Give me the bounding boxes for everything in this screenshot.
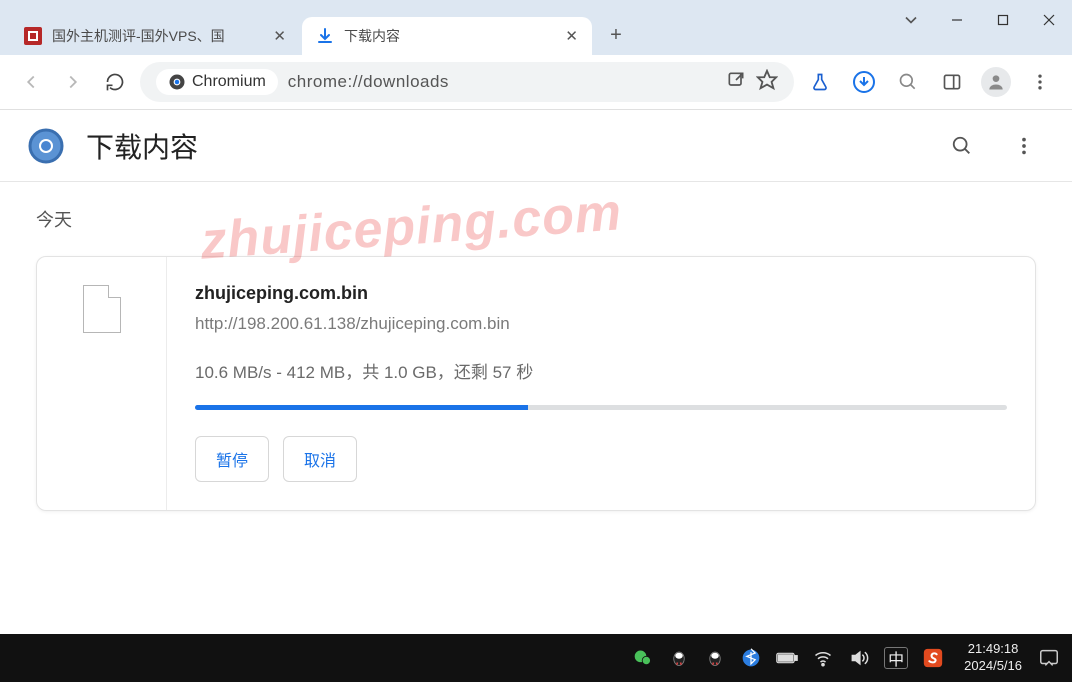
file-icon-column [37,257,167,510]
favicon-icon [24,27,42,45]
chromium-logo-icon [28,128,64,164]
date-text: 2024/5/16 [964,658,1022,675]
new-tab-button[interactable]: + [600,19,632,51]
tab-title: 国外主机测评-国外VPS、国 [52,26,263,46]
download-status: 10.6 MB/s - 412 MB，共 1.0 GB，还剩 57 秒 [195,358,1007,383]
download-card: zhujiceping.com.bin http://198.200.61.13… [36,256,1036,511]
tab-search-button[interactable] [888,0,934,40]
close-window-button[interactable] [1026,0,1072,40]
chip-label: Chromium [192,73,266,91]
clock[interactable]: 21:49:18 2024/5/16 [964,641,1022,675]
system-tray: 中 [632,647,944,669]
reload-button[interactable] [98,65,132,99]
toolbar: Chromium chrome://downloads [0,55,1072,110]
bluetooth-icon[interactable] [740,647,762,669]
sogou-ime-icon[interactable] [922,647,944,669]
tab-title: 下载内容 [344,26,555,46]
share-icon[interactable] [726,70,746,95]
progress-fill [195,405,528,410]
taskbar: 中 21:49:18 2024/5/16 [0,634,1072,682]
window-controls [888,0,1072,40]
download-url[interactable]: http://198.200.61.138/zhujiceping.com.bi… [195,314,1007,334]
wifi-icon[interactable] [812,647,834,669]
site-chip[interactable]: Chromium [156,69,278,95]
back-button[interactable] [14,65,48,99]
tab-active[interactable]: 下载内容 ✕ [302,17,592,55]
download-icon [316,27,334,45]
url-text: chrome://downloads [288,72,449,92]
minimize-button[interactable] [934,0,980,40]
qq-icon[interactable] [668,647,690,669]
close-tab-icon[interactable]: ✕ [273,27,286,45]
search-icon[interactable] [890,64,926,100]
cancel-button[interactable]: 取消 [283,436,357,482]
labs-icon[interactable] [802,64,838,100]
profile-button[interactable] [978,64,1014,100]
section-today: 今天 [36,206,1036,232]
tab-inactive[interactable]: 国外主机测评-国外VPS、国 ✕ [10,17,300,55]
notification-button[interactable] [1036,645,1062,671]
volume-icon[interactable] [848,647,870,669]
more-actions-button[interactable] [1004,126,1044,166]
avatar-icon [981,67,1011,97]
wechat-icon[interactable] [632,647,654,669]
close-tab-icon[interactable]: ✕ [565,27,578,45]
ime-indicator[interactable]: 中 [884,647,908,669]
side-panel-icon[interactable] [934,64,970,100]
page-title: 下载内容 [86,126,920,166]
search-downloads-button[interactable] [942,126,982,166]
download-filename: zhujiceping.com.bin [195,283,1007,304]
forward-button[interactable] [56,65,90,99]
progress-bar [195,405,1007,410]
battery-icon[interactable] [776,647,798,669]
maximize-button[interactable] [980,0,1026,40]
downloads-indicator-icon[interactable] [846,64,882,100]
menu-button[interactable] [1022,64,1058,100]
pause-button[interactable]: 暂停 [195,436,269,482]
address-bar[interactable]: Chromium chrome://downloads [140,62,794,102]
file-icon [83,285,121,333]
page-header: 下载内容 [0,110,1072,182]
downloads-content: zhujiceping.com 今天 zhujiceping.com.bin h… [0,182,1072,535]
time-text: 21:49:18 [964,641,1022,658]
bookmark-icon[interactable] [756,69,778,96]
qq-icon-2[interactable] [704,647,726,669]
chromium-icon [168,73,186,91]
